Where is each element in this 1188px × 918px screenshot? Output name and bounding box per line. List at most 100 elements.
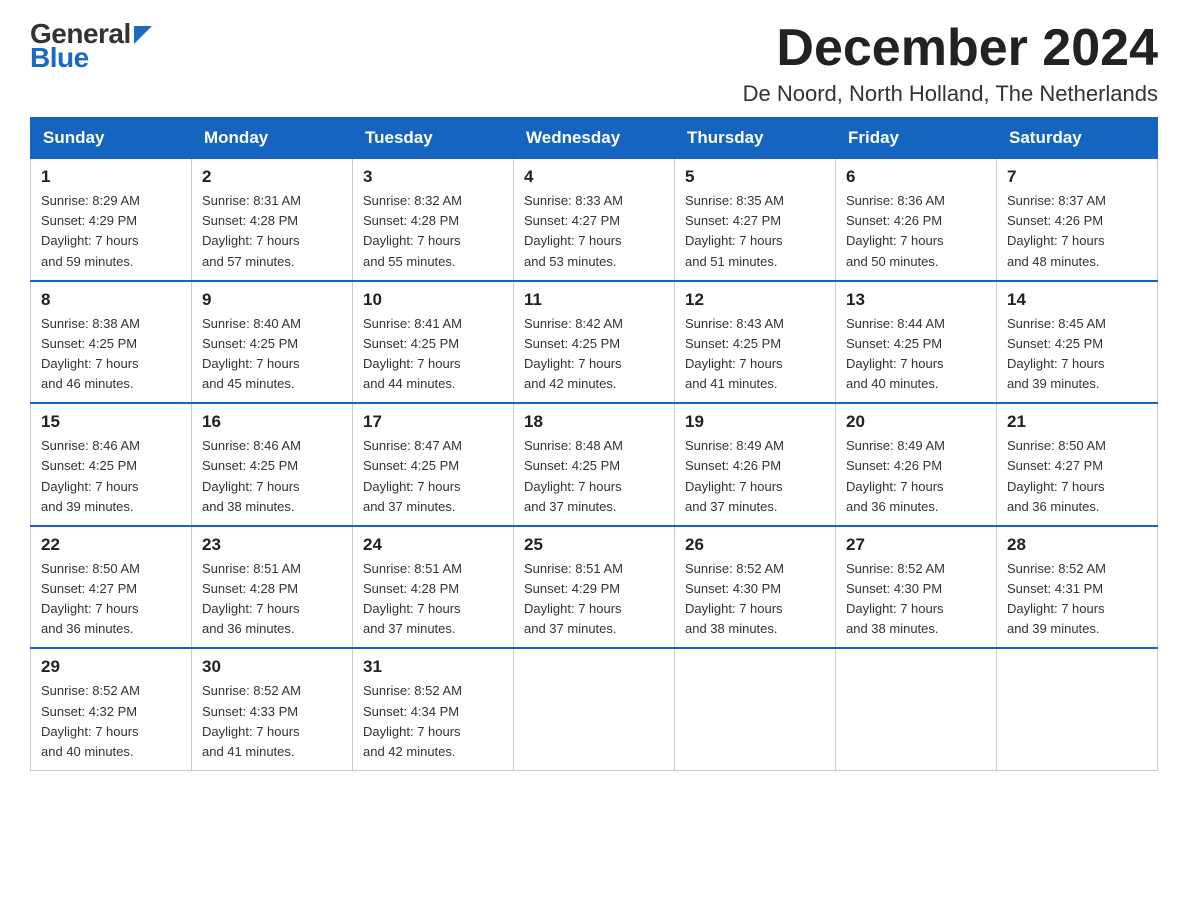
calendar-cell: 25 Sunrise: 8:51 AM Sunset: 4:29 PM Dayli…	[514, 526, 675, 649]
day-info: Sunrise: 8:38 AM Sunset: 4:25 PM Dayligh…	[41, 314, 181, 395]
weekday-header-wednesday: Wednesday	[514, 118, 675, 159]
day-number: 8	[41, 290, 181, 310]
day-info: Sunrise: 8:52 AM Sunset: 4:33 PM Dayligh…	[202, 681, 342, 762]
calendar-week-row: 1 Sunrise: 8:29 AM Sunset: 4:29 PM Daylig…	[31, 159, 1158, 281]
day-info: Sunrise: 8:52 AM Sunset: 4:30 PM Dayligh…	[685, 559, 825, 640]
calendar-cell: 9 Sunrise: 8:40 AM Sunset: 4:25 PM Daylig…	[192, 281, 353, 404]
day-info: Sunrise: 8:46 AM Sunset: 4:25 PM Dayligh…	[41, 436, 181, 517]
day-number: 23	[202, 535, 342, 555]
day-number: 6	[846, 167, 986, 187]
day-number: 14	[1007, 290, 1147, 310]
day-number: 3	[363, 167, 503, 187]
day-info: Sunrise: 8:48 AM Sunset: 4:25 PM Dayligh…	[524, 436, 664, 517]
calendar-cell: 10 Sunrise: 8:41 AM Sunset: 4:25 PM Dayli…	[353, 281, 514, 404]
day-number: 18	[524, 412, 664, 432]
day-number: 2	[202, 167, 342, 187]
calendar-cell: 22 Sunrise: 8:50 AM Sunset: 4:27 PM Dayli…	[31, 526, 192, 649]
logo: General Blue	[30, 20, 152, 72]
header: General Blue December 2024 De Noord, Nor…	[30, 20, 1158, 107]
calendar-cell: 31 Sunrise: 8:52 AM Sunset: 4:34 PM Dayli…	[353, 648, 514, 770]
day-info: Sunrise: 8:52 AM Sunset: 4:34 PM Dayligh…	[363, 681, 503, 762]
day-info: Sunrise: 8:46 AM Sunset: 4:25 PM Dayligh…	[202, 436, 342, 517]
calendar-cell: 13Sunrise: 8:44 AM Sunset: 4:25 PM Dayli…	[836, 281, 997, 404]
day-number: 4	[524, 167, 664, 187]
calendar-cell: 6 Sunrise: 8:36 AM Sunset: 4:26 PM Daylig…	[836, 159, 997, 281]
day-info: Sunrise: 8:51 AM Sunset: 4:28 PM Dayligh…	[363, 559, 503, 640]
day-number: 31	[363, 657, 503, 677]
weekday-header-friday: Friday	[836, 118, 997, 159]
page-subtitle: De Noord, North Holland, The Netherlands	[743, 81, 1158, 107]
day-number: 19	[685, 412, 825, 432]
calendar-cell: 21 Sunrise: 8:50 AM Sunset: 4:27 PM Dayli…	[997, 403, 1158, 526]
calendar-cell: 28Sunrise: 8:52 AM Sunset: 4:31 PM Dayli…	[997, 526, 1158, 649]
day-number: 17	[363, 412, 503, 432]
day-info: Sunrise: 8:51 AM Sunset: 4:29 PM Dayligh…	[524, 559, 664, 640]
day-number: 9	[202, 290, 342, 310]
calendar-cell: 30 Sunrise: 8:52 AM Sunset: 4:33 PM Dayli…	[192, 648, 353, 770]
calendar-cell: 20 Sunrise: 8:49 AM Sunset: 4:26 PM Dayli…	[836, 403, 997, 526]
day-info: Sunrise: 8:49 AM Sunset: 4:26 PM Dayligh…	[846, 436, 986, 517]
calendar-cell: 17 Sunrise: 8:47 AM Sunset: 4:25 PM Dayli…	[353, 403, 514, 526]
calendar-cell	[836, 648, 997, 770]
day-number: 7	[1007, 167, 1147, 187]
day-number: 10	[363, 290, 503, 310]
calendar-cell	[675, 648, 836, 770]
calendar-cell: 3 Sunrise: 8:32 AM Sunset: 4:28 PM Daylig…	[353, 159, 514, 281]
page-title: December 2024	[743, 20, 1158, 77]
day-number: 30	[202, 657, 342, 677]
calendar-cell	[997, 648, 1158, 770]
day-info: Sunrise: 8:50 AM Sunset: 4:27 PM Dayligh…	[1007, 436, 1147, 517]
day-info: Sunrise: 8:52 AM Sunset: 4:30 PM Dayligh…	[846, 559, 986, 640]
day-number: 26	[685, 535, 825, 555]
calendar-cell: 27 Sunrise: 8:52 AM Sunset: 4:30 PM Dayli…	[836, 526, 997, 649]
day-info: Sunrise: 8:29 AM Sunset: 4:29 PM Dayligh…	[41, 191, 181, 272]
weekday-header-sunday: Sunday	[31, 118, 192, 159]
day-info: Sunrise: 8:52 AM Sunset: 4:32 PM Dayligh…	[41, 681, 181, 762]
calendar-cell: 14 Sunrise: 8:45 AM Sunset: 4:25 PM Dayli…	[997, 281, 1158, 404]
day-number: 22	[41, 535, 181, 555]
calendar-cell: 2 Sunrise: 8:31 AM Sunset: 4:28 PM Daylig…	[192, 159, 353, 281]
day-number: 25	[524, 535, 664, 555]
day-info: Sunrise: 8:36 AM Sunset: 4:26 PM Dayligh…	[846, 191, 986, 272]
calendar-cell: 8 Sunrise: 8:38 AM Sunset: 4:25 PM Daylig…	[31, 281, 192, 404]
day-number: 16	[202, 412, 342, 432]
calendar-cell: 19 Sunrise: 8:49 AM Sunset: 4:26 PM Dayli…	[675, 403, 836, 526]
calendar-week-row: 22 Sunrise: 8:50 AM Sunset: 4:27 PM Dayli…	[31, 526, 1158, 649]
calendar-cell: 16 Sunrise: 8:46 AM Sunset: 4:25 PM Dayli…	[192, 403, 353, 526]
day-info: Sunrise: 8:40 AM Sunset: 4:25 PM Dayligh…	[202, 314, 342, 395]
day-info: Sunrise: 8:43 AM Sunset: 4:25 PM Dayligh…	[685, 314, 825, 395]
calendar-cell: 11 Sunrise: 8:42 AM Sunset: 4:25 PM Dayli…	[514, 281, 675, 404]
calendar-header-row: SundayMondayTuesdayWednesdayThursdayFrid…	[31, 118, 1158, 159]
logo-blue-text: Blue	[30, 44, 89, 72]
day-info: Sunrise: 8:51 AM Sunset: 4:28 PM Dayligh…	[202, 559, 342, 640]
calendar-week-row: 15Sunrise: 8:46 AM Sunset: 4:25 PM Dayli…	[31, 403, 1158, 526]
day-number: 13	[846, 290, 986, 310]
day-info: Sunrise: 8:41 AM Sunset: 4:25 PM Dayligh…	[363, 314, 503, 395]
day-info: Sunrise: 8:33 AM Sunset: 4:27 PM Dayligh…	[524, 191, 664, 272]
day-info: Sunrise: 8:45 AM Sunset: 4:25 PM Dayligh…	[1007, 314, 1147, 395]
calendar-week-row: 29 Sunrise: 8:52 AM Sunset: 4:32 PM Dayli…	[31, 648, 1158, 770]
day-info: Sunrise: 8:49 AM Sunset: 4:26 PM Dayligh…	[685, 436, 825, 517]
calendar-cell: 26 Sunrise: 8:52 AM Sunset: 4:30 PM Dayli…	[675, 526, 836, 649]
day-info: Sunrise: 8:42 AM Sunset: 4:25 PM Dayligh…	[524, 314, 664, 395]
day-number: 11	[524, 290, 664, 310]
weekday-header-tuesday: Tuesday	[353, 118, 514, 159]
day-number: 1	[41, 167, 181, 187]
day-number: 5	[685, 167, 825, 187]
day-info: Sunrise: 8:31 AM Sunset: 4:28 PM Dayligh…	[202, 191, 342, 272]
calendar-cell: 18 Sunrise: 8:48 AM Sunset: 4:25 PM Dayli…	[514, 403, 675, 526]
day-info: Sunrise: 8:47 AM Sunset: 4:25 PM Dayligh…	[363, 436, 503, 517]
day-number: 27	[846, 535, 986, 555]
calendar-cell: 5Sunrise: 8:35 AM Sunset: 4:27 PM Daylig…	[675, 159, 836, 281]
day-number: 21	[1007, 412, 1147, 432]
day-number: 29	[41, 657, 181, 677]
day-info: Sunrise: 8:32 AM Sunset: 4:28 PM Dayligh…	[363, 191, 503, 272]
day-info: Sunrise: 8:50 AM Sunset: 4:27 PM Dayligh…	[41, 559, 181, 640]
day-number: 28	[1007, 535, 1147, 555]
calendar-cell: 12Sunrise: 8:43 AM Sunset: 4:25 PM Dayli…	[675, 281, 836, 404]
calendar-cell: 7Sunrise: 8:37 AM Sunset: 4:26 PM Daylig…	[997, 159, 1158, 281]
day-number: 20	[846, 412, 986, 432]
calendar-cell: 1 Sunrise: 8:29 AM Sunset: 4:29 PM Daylig…	[31, 159, 192, 281]
calendar-week-row: 8 Sunrise: 8:38 AM Sunset: 4:25 PM Daylig…	[31, 281, 1158, 404]
logo-triangle-icon	[134, 26, 152, 44]
